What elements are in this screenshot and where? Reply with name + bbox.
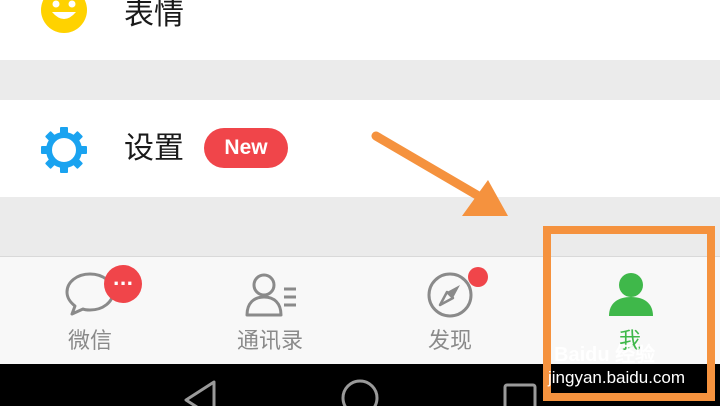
smiley-icon [41,0,87,33]
menu-item-label: 表情 [124,0,184,32]
menu-item-emoji[interactable]: 表情 [0,0,720,60]
unread-badge: ... [104,265,142,303]
tab-discover[interactable]: 发现 [360,257,540,365]
new-badge: New [204,128,288,168]
annotation-arrow [371,131,508,216]
tab-contacts[interactable]: 通讯录 [180,257,360,365]
tab-chats[interactable]: ... 微信 [0,257,180,365]
back-icon[interactable] [182,380,218,406]
tab-label: 微信 [67,329,112,354]
menu-item-label: 设置 [124,131,184,166]
home-icon[interactable] [340,378,380,406]
compass-icon [427,272,473,318]
gear-icon [41,127,87,173]
watermark-brand: Baidu 经验 [554,344,656,366]
watermark-url: jingyan.baidu.com [548,368,686,387]
recents-icon[interactable] [502,382,538,406]
notification-dot [468,267,488,287]
contacts-icon [245,273,296,317]
tab-label: 通讯录 [236,329,303,354]
tab-label: 发现 [427,329,472,354]
